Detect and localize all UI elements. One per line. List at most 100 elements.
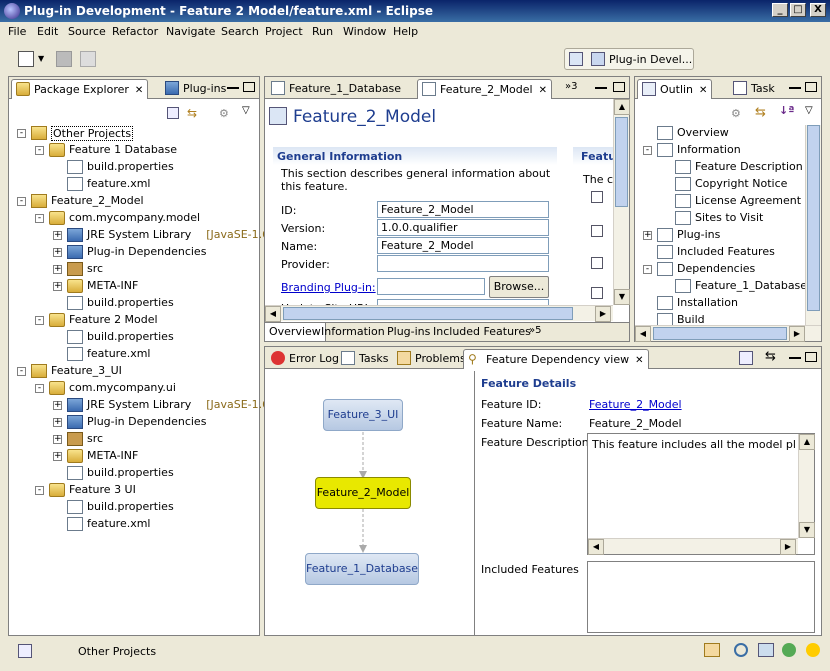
outline-item[interactable]: Overview	[635, 125, 805, 142]
collapse-icon[interactable]: -	[643, 265, 652, 274]
save-icon[interactable]	[56, 51, 72, 67]
tree-item[interactable]: - com.mycompany.ui	[9, 380, 259, 397]
name-field[interactable]: Feature_2_Model	[377, 237, 549, 254]
link-editor-icon[interactable]: ⇆	[755, 105, 766, 120]
graph-node-feature-1-database[interactable]: Feature_1_Database	[305, 553, 419, 585]
tree-item[interactable]: - Other Projects	[9, 125, 259, 142]
scroll-down-icon[interactable]: ▼	[799, 522, 815, 538]
menu-navigate[interactable]: Navigate	[166, 25, 215, 38]
menu-source[interactable]: Source	[68, 25, 106, 38]
tree-item[interactable]: - Feature 3 UI	[9, 482, 259, 499]
tab-tasks[interactable]: Tasks	[337, 349, 392, 369]
outline-item[interactable]: Feature_1_Database	[635, 278, 807, 295]
tab-feature-2-model[interactable]: Feature_2_Model ✕	[417, 79, 552, 99]
collapse-icon[interactable]: -	[35, 316, 44, 325]
minimize-view-icon[interactable]	[227, 87, 239, 89]
page-tab-overflow[interactable]: »5	[529, 325, 541, 336]
menu-window[interactable]: Window	[343, 25, 386, 38]
minimize-button[interactable]: _	[772, 3, 788, 17]
scroll-left-icon[interactable]: ◀	[588, 539, 604, 555]
outline-item[interactable]: - Information	[635, 142, 805, 159]
tree-item[interactable]: build.properties	[9, 329, 259, 346]
scroll-thumb[interactable]	[807, 125, 820, 311]
tree-item[interactable]: + JRE System Library [JavaSE-1.6]	[9, 227, 273, 244]
feature-description-box[interactable]: This feature includes all the model plug…	[587, 433, 815, 555]
included-features-box[interactable]	[587, 561, 815, 633]
graph-node-feature-3-ui[interactable]: Feature_3_UI	[323, 399, 403, 431]
maximize-view-icon[interactable]	[805, 82, 817, 92]
page-tab-plugins[interactable]: Plug-ins	[387, 325, 430, 338]
tree-item[interactable]: - Feature_2_Model	[9, 193, 259, 210]
tree-item[interactable]: build.properties	[9, 159, 259, 176]
tab-package-explorer[interactable]: Package Explorer ✕	[11, 79, 149, 99]
tree-item[interactable]: + META-INF	[9, 278, 259, 295]
close-icon[interactable]: ✕	[699, 85, 707, 96]
description-hscroll[interactable]: ◀ ▶	[588, 538, 798, 555]
info-status-icon[interactable]	[806, 643, 820, 657]
id-field[interactable]: Feature_2_Model	[377, 201, 549, 218]
link-editor-icon[interactable]: ⇆	[187, 106, 197, 120]
tree-item[interactable]: + Plug-in Dependencies	[9, 414, 259, 431]
scroll-thumb[interactable]	[653, 327, 787, 340]
image-status-icon[interactable]	[758, 643, 774, 657]
scroll-right-icon[interactable]: ▶	[595, 306, 611, 322]
page-tab-information[interactable]: Information	[321, 325, 385, 338]
outline-item[interactable]: Included Features	[635, 244, 805, 261]
perspective-switcher[interactable]: Plug-in Devel...	[564, 48, 694, 70]
collapse-icon[interactable]: -	[17, 129, 26, 138]
branding-plugin-field[interactable]	[377, 278, 485, 295]
collapse-icon[interactable]: -	[35, 384, 44, 393]
collapse-icon[interactable]: -	[17, 197, 26, 206]
sort-icon[interactable]: ↓ª	[779, 104, 794, 117]
tab-feature-1-database[interactable]: Feature_1_Database	[267, 79, 405, 99]
expand-icon[interactable]: +	[53, 265, 62, 274]
tree-item[interactable]: feature.xml	[9, 176, 259, 193]
description-vscroll[interactable]: ▲ ▼	[798, 434, 815, 538]
graph-node-feature-2-model[interactable]: Feature_2_Model	[315, 477, 411, 509]
layout-icon[interactable]	[739, 351, 753, 365]
tree-item[interactable]: feature.xml	[9, 346, 259, 363]
maximize-view-icon[interactable]	[805, 352, 817, 362]
tree-item[interactable]: - Feature 2 Model	[9, 312, 259, 329]
close-icon[interactable]: ✕	[539, 85, 547, 96]
tree-item[interactable]: + src	[9, 431, 259, 448]
filter-icon[interactable]: ⚙	[731, 107, 741, 120]
outline-item[interactable]: Sites to Visit	[635, 210, 805, 227]
menu-refactor[interactable]: Refactor	[112, 25, 158, 38]
collapse-all-icon[interactable]	[167, 107, 179, 119]
tree-item[interactable]: build.properties	[9, 499, 259, 516]
page-tab-included-features[interactable]: Included Features	[433, 325, 531, 338]
version-field[interactable]: 1.0.0.qualifier	[377, 219, 549, 236]
close-icon[interactable]: ✕	[635, 355, 643, 366]
tree-item[interactable]: - Feature_3_UI	[9, 363, 259, 380]
new-icon[interactable]	[18, 51, 34, 67]
expand-icon[interactable]: +	[53, 231, 62, 240]
scroll-thumb[interactable]	[615, 117, 628, 207]
outline-item[interactable]: - Dependencies	[635, 261, 805, 278]
collapse-icon[interactable]: -	[35, 214, 44, 223]
expand-icon[interactable]: +	[643, 231, 652, 240]
tree-item[interactable]: build.properties	[9, 465, 259, 482]
provider-field[interactable]	[377, 255, 549, 272]
close-button[interactable]: X	[810, 3, 826, 17]
expand-icon[interactable]: +	[53, 401, 62, 410]
outline-item[interactable]: Installation	[635, 295, 805, 312]
update-status-icon[interactable]	[782, 643, 796, 657]
minimize-view-icon[interactable]	[789, 87, 801, 89]
collapse-icon[interactable]: -	[35, 486, 44, 495]
expand-icon[interactable]: +	[53, 435, 62, 444]
expand-icon[interactable]: +	[53, 248, 62, 257]
tab-task[interactable]: Task	[729, 79, 779, 99]
outline-vscroll[interactable]	[805, 125, 821, 325]
new-dropdown-icon[interactable]: ▼	[38, 54, 44, 63]
outline-item[interactable]: License Agreement	[635, 193, 805, 210]
menu-help[interactable]: Help	[393, 25, 418, 38]
menu-search[interactable]: Search	[221, 25, 259, 38]
tree-item[interactable]: - com.mycompany.model	[9, 210, 259, 227]
tab-error-log[interactable]: Error Log	[267, 349, 343, 369]
scroll-up-icon[interactable]: ▲	[614, 99, 630, 115]
scroll-up-icon[interactable]: ▲	[799, 434, 815, 450]
refresh-layout-icon[interactable]: ⇆	[765, 349, 776, 364]
expand-icon[interactable]: +	[53, 452, 62, 461]
scroll-thumb[interactable]	[283, 307, 573, 320]
